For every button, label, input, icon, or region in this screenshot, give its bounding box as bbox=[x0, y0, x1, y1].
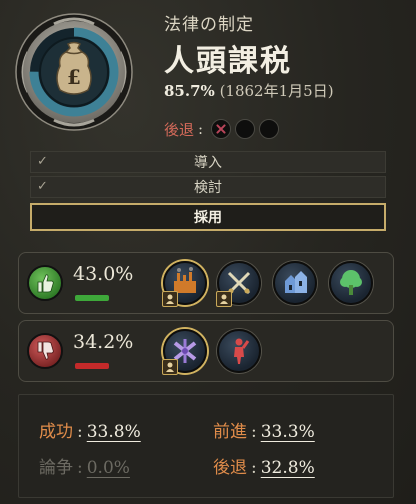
success-chance: 成功:33.8% bbox=[39, 422, 141, 442]
petite-bourgeoisie-icon[interactable] bbox=[273, 261, 317, 305]
landowners-icon[interactable] bbox=[162, 329, 207, 375]
stage-introduced: ✓ 導入 bbox=[30, 151, 386, 173]
advance-value[interactable]: 33.3% bbox=[261, 422, 315, 442]
success-value[interactable]: 33.8% bbox=[87, 422, 141, 442]
debate-chance: 論争:0.0% bbox=[39, 458, 130, 478]
armed-forces-icon[interactable] bbox=[216, 261, 261, 307]
stage-adoption-current: 採用 bbox=[30, 203, 386, 231]
law-support-percent: 85.7% bbox=[164, 82, 215, 100]
law-title: 人頭課税 bbox=[164, 44, 292, 79]
law-enactment-panel: £ 法律の制定 人頭課税 85.7% (1862年1月5日) 後退 : ✓ 導入… bbox=[0, 0, 416, 504]
setback-indicator-failed bbox=[211, 119, 232, 139]
stage-label: 導入 bbox=[194, 155, 222, 171]
svg-text:£: £ bbox=[67, 65, 81, 89]
law-start-date: (1862年1月5日) bbox=[219, 82, 334, 100]
supporters-bar bbox=[75, 295, 109, 301]
panel-kicker: 法律の制定 bbox=[164, 15, 254, 35]
setbacks-row: 後退 : bbox=[164, 118, 280, 140]
setback-indicator-empty bbox=[235, 119, 256, 139]
setback-value[interactable]: 32.8% bbox=[261, 458, 315, 478]
check-icon: ✓ bbox=[37, 154, 48, 169]
debate-value[interactable]: 0.0% bbox=[87, 458, 130, 478]
check-icon: ✓ bbox=[37, 179, 48, 194]
trade-unions-icon[interactable] bbox=[217, 329, 261, 373]
setback-indicator-empty bbox=[259, 119, 280, 139]
advance-chance: 前進:33.3% bbox=[213, 422, 315, 442]
outcome-chances-box: 成功:33.8% 前進:33.3% 論争:0.0% 後退:32.8% bbox=[18, 394, 394, 498]
setbacks-colon: : bbox=[198, 120, 204, 138]
supporters-percent: 43.0% bbox=[73, 263, 134, 285]
leader-badge-icon bbox=[162, 359, 178, 375]
supporters-box: 43.0% bbox=[18, 252, 394, 314]
setback-label: 後退 bbox=[213, 458, 247, 478]
stage-debated: ✓ 検討 bbox=[30, 176, 386, 198]
setback-chance: 後退:32.8% bbox=[213, 458, 315, 478]
rural-folk-icon[interactable] bbox=[329, 261, 373, 305]
industrialists-icon[interactable] bbox=[162, 261, 207, 307]
law-emblem[interactable]: £ bbox=[14, 12, 134, 132]
law-emblem-graphic: £ bbox=[15, 13, 133, 131]
setbacks-label: 後退 bbox=[164, 120, 195, 139]
opposers-box: 34.2% bbox=[18, 320, 394, 382]
stage-label: 検討 bbox=[194, 180, 222, 196]
law-support-line: 85.7% (1862年1月5日) bbox=[164, 80, 334, 101]
success-label: 成功 bbox=[39, 422, 73, 442]
leader-badge-icon bbox=[216, 291, 232, 307]
debate-label: 論争 bbox=[39, 458, 73, 478]
thumbs-down-icon bbox=[27, 333, 63, 369]
stage-label: 採用 bbox=[194, 210, 222, 226]
opposers-percent: 34.2% bbox=[73, 331, 134, 353]
leader-badge-icon bbox=[162, 291, 178, 307]
thumbs-up-icon bbox=[27, 265, 63, 301]
advance-label: 前進 bbox=[213, 422, 247, 442]
opposers-bar bbox=[75, 363, 109, 369]
